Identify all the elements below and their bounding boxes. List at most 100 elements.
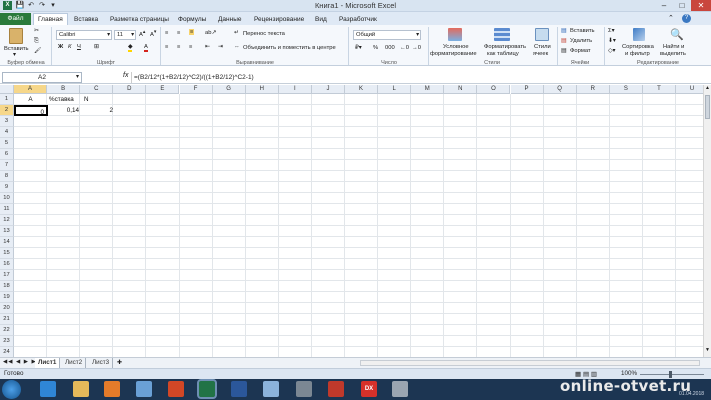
cell-B1[interactable]: %ставка: [48, 94, 81, 105]
cell-A2[interactable]: 0: [14, 105, 48, 116]
cell-A1[interactable]: A: [14, 94, 47, 105]
conditional-formatting-label-2[interactable]: форматирование: [430, 51, 477, 57]
borders-icon[interactable]: ⊞: [94, 44, 99, 50]
zoom-slider[interactable]: [640, 374, 704, 375]
column-header-j[interactable]: J: [311, 85, 345, 94]
row-header-4[interactable]: 4: [0, 127, 14, 138]
ie-taskbar-icon[interactable]: [40, 381, 56, 397]
row-header-13[interactable]: 13: [0, 226, 14, 237]
column-header-a[interactable]: A: [14, 85, 48, 94]
worksheet-grid[interactable]: ABCDEFGHIJKLMNOPQRSTU 1 2 3 4 5 6 7 8 9 10 11 12 13 1…: [0, 85, 710, 358]
font-name-select[interactable]: Calibri ▾: [56, 30, 112, 40]
indent-increase-icon[interactable]: ⇥: [218, 44, 223, 50]
help-icon[interactable]: ?: [682, 14, 691, 23]
sheet-tab-2[interactable]: Лист2: [62, 358, 87, 368]
ribbon-minimize-icon[interactable]: ⌃: [668, 14, 674, 22]
paste-button-label[interactable]: Вставить: [4, 46, 29, 52]
align-middle-icon[interactable]: ≡: [177, 30, 180, 36]
close-icon[interactable]: ✕: [691, 0, 711, 11]
row-header-1[interactable]: 1: [0, 94, 14, 105]
merge-center-icon[interactable]: ⇔: [234, 44, 240, 50]
autosum-icon[interactable]: Σ▾: [608, 28, 615, 34]
column-header-o[interactable]: O: [477, 85, 511, 94]
word-taskbar-icon[interactable]: [231, 381, 247, 397]
row-header-2[interactable]: 2: [0, 105, 14, 116]
column-header-g[interactable]: G: [212, 85, 246, 94]
app-taskbar-icon[interactable]: [136, 381, 152, 397]
column-header-k[interactable]: K: [345, 85, 379, 94]
insert-function-icon[interactable]: fx: [123, 72, 128, 79]
tab-view[interactable]: Вид: [311, 14, 331, 25]
tab-home[interactable]: Главная: [33, 13, 68, 25]
row-header-18[interactable]: 18: [0, 281, 14, 292]
row-header-22[interactable]: 22: [0, 325, 14, 336]
currency-icon[interactable]: ₽▾: [355, 45, 362, 51]
percent-icon[interactable]: %: [373, 45, 378, 51]
sheet-tab-1[interactable]: Лист1: [35, 358, 61, 368]
find-select-label-2[interactable]: выделить: [660, 51, 686, 57]
row-header-8[interactable]: 8: [0, 171, 14, 182]
find-select-icon[interactable]: 🔍: [670, 28, 684, 41]
cell-styles-label-1[interactable]: Стили: [534, 44, 551, 50]
excel-taskbar-icon[interactable]: [197, 379, 217, 399]
wrap-text-icon[interactable]: ↵: [234, 30, 239, 36]
align-center-icon[interactable]: ≡: [177, 44, 180, 50]
cell-styles-label-2[interactable]: ячеек: [533, 51, 548, 57]
row-header-7[interactable]: 7: [0, 160, 14, 171]
tab-page-layout[interactable]: Разметка страницы: [106, 14, 173, 25]
fill-icon[interactable]: ⬇▾: [608, 38, 616, 44]
align-right-icon[interactable]: ≡: [189, 44, 192, 50]
row-header-9[interactable]: 9: [0, 182, 14, 193]
indent-decrease-icon[interactable]: ⇤: [205, 44, 210, 50]
column-header-l[interactable]: L: [378, 85, 412, 94]
row-header-10[interactable]: 10: [0, 193, 14, 204]
clear-icon[interactable]: ◇▾: [608, 48, 615, 54]
dx-taskbar-icon[interactable]: DX: [361, 381, 377, 397]
font-color-icon[interactable]: A: [144, 44, 148, 52]
sheet-tab-3[interactable]: Лист3: [89, 358, 114, 368]
column-header-q[interactable]: Q: [543, 85, 577, 94]
insert-cells-button[interactable]: Вставить: [570, 28, 595, 34]
decrease-font-icon[interactable]: A▾: [150, 30, 156, 38]
cut-icon[interactable]: ✂: [34, 28, 39, 34]
name-box[interactable]: A2: [2, 72, 82, 83]
column-header-n[interactable]: N: [444, 85, 478, 94]
scroll-down-icon[interactable]: ▼: [704, 347, 711, 355]
format-as-table-label-2[interactable]: как таблицу: [487, 51, 519, 57]
start-button-icon[interactable]: [2, 380, 21, 399]
orientation-icon[interactable]: ab↗: [205, 30, 216, 36]
insert-cells-icon[interactable]: ▤: [561, 28, 566, 34]
browser-taskbar-icon[interactable]: [392, 381, 408, 397]
zoom-level[interactable]: 100%: [621, 370, 637, 377]
underline-icon[interactable]: Ч: [77, 44, 81, 50]
row-header-23[interactable]: 23: [0, 336, 14, 347]
copy-icon[interactable]: ⎘: [34, 38, 39, 45]
row-header-15[interactable]: 15: [0, 248, 14, 259]
format-cells-button[interactable]: Формат: [570, 48, 591, 54]
formula-input[interactable]: =(B2/12*(1+B2/12)^C2)/((1+B2/12)^C2-1): [131, 72, 707, 83]
column-header-t[interactable]: T: [642, 85, 676, 94]
align-bottom-icon[interactable]: ≡: [189, 29, 195, 35]
format-cells-icon[interactable]: ▤: [561, 48, 566, 54]
column-header-r[interactable]: R: [576, 85, 610, 94]
paste-dropdown-icon[interactable]: ▾: [13, 52, 16, 58]
calculator-taskbar-icon[interactable]: [296, 381, 312, 397]
bold-icon[interactable]: Ж: [58, 44, 63, 50]
column-header-p[interactable]: P: [510, 85, 544, 94]
wrap-text-button[interactable]: Перенос текста: [243, 31, 285, 37]
fill-color-icon[interactable]: ◆: [128, 44, 133, 52]
minimize-icon[interactable]: –: [655, 0, 673, 11]
column-header-b[interactable]: B: [47, 85, 81, 94]
format-as-table-icon[interactable]: [494, 28, 510, 41]
cell-B2[interactable]: 0,14: [48, 105, 81, 116]
number-format-select[interactable]: Общий ▾: [353, 30, 421, 40]
conditional-formatting-label-1[interactable]: Условное: [443, 44, 469, 50]
row-header-17[interactable]: 17: [0, 270, 14, 281]
column-header-f[interactable]: F: [179, 85, 213, 94]
cell-C2[interactable]: 2: [82, 105, 115, 116]
column-header-c[interactable]: C: [80, 85, 114, 94]
column-header-h[interactable]: H: [245, 85, 279, 94]
conditional-formatting-icon[interactable]: [448, 28, 462, 41]
row-header-16[interactable]: 16: [0, 259, 14, 270]
cell-styles-icon[interactable]: [535, 28, 549, 41]
